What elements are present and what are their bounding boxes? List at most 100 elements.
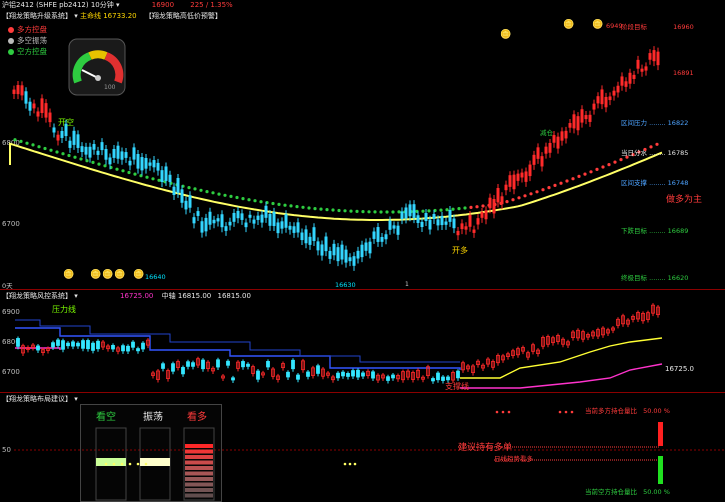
short-ratio-label: 当前空方持仓量比 50.00 % <box>585 488 670 496</box>
candle-body <box>196 211 200 216</box>
risk-candle-body <box>256 370 260 380</box>
candle-body <box>452 218 456 229</box>
risk-candle-body <box>61 340 65 350</box>
candle-body <box>508 175 512 187</box>
trail-dot <box>547 186 551 190</box>
candle-body <box>388 220 392 230</box>
candle-body <box>120 151 124 160</box>
trail-dot <box>577 174 581 178</box>
candle-body <box>24 91 28 104</box>
risk-candle-body <box>201 359 205 370</box>
candle-body <box>320 244 324 256</box>
candle-body <box>116 145 120 159</box>
risk-candle-body <box>306 371 310 377</box>
candle-body <box>136 153 140 169</box>
risk-candle-body <box>171 363 175 372</box>
candle-body <box>172 186 176 196</box>
candle-body <box>564 130 568 139</box>
trail-dot <box>31 143 35 147</box>
candle-body <box>356 250 360 259</box>
candle-body <box>312 227 316 241</box>
trail-dot <box>325 208 329 212</box>
signal-dot <box>120 462 124 466</box>
bull-bar-segment <box>185 482 213 487</box>
long-ratio-bar <box>658 422 663 446</box>
trail-dot <box>565 179 569 183</box>
candle-body <box>156 162 160 171</box>
candle-body <box>636 59 640 69</box>
trail-dot <box>619 158 623 162</box>
trail-dot <box>25 141 29 145</box>
risk-candle-body <box>136 348 140 352</box>
candle-body <box>212 219 216 224</box>
trail-dot <box>529 192 533 196</box>
candle-body <box>176 177 180 193</box>
trail-dot <box>289 204 293 208</box>
trail-dot <box>475 205 479 209</box>
risk-candle-body <box>81 340 85 349</box>
candle-body <box>496 188 500 203</box>
candle-body <box>160 170 164 183</box>
candle-body <box>596 96 600 104</box>
pressure-line-label: 压力线 <box>52 305 76 314</box>
signal-dot <box>136 462 140 466</box>
main-candlestick-chart[interactable] <box>0 0 725 290</box>
risk-candle-body <box>226 360 230 366</box>
candle-body <box>152 160 156 168</box>
candle-body <box>224 226 228 231</box>
trail-dot <box>517 196 521 200</box>
candle-body <box>352 256 356 266</box>
candle-body <box>100 142 104 151</box>
candle-body <box>220 214 224 228</box>
low2-price-label: 16630 <box>335 281 356 289</box>
candle-body <box>444 221 448 225</box>
long-ratio-label: 当前多方持仓量比 50.00 % <box>585 407 670 415</box>
risk-candle-body <box>231 377 235 381</box>
risk-candle-body <box>316 365 320 374</box>
candle-body <box>288 225 292 230</box>
trail-dot <box>337 208 341 213</box>
candle-body <box>408 204 412 217</box>
level-pressure: 区间压力 ........ 16822 <box>621 119 689 127</box>
candle-body <box>112 148 116 158</box>
level-support: 区间支撑 ........ 16748 <box>621 179 689 187</box>
trail-dot <box>229 194 233 198</box>
trail-dot <box>367 210 371 214</box>
candle-body <box>12 89 16 94</box>
candle-body <box>48 112 52 123</box>
candle-body <box>244 222 248 228</box>
candle-body <box>68 140 72 148</box>
candle-body <box>476 218 480 225</box>
candle-body <box>488 197 492 209</box>
signal-dot <box>558 410 562 414</box>
trail-dot <box>397 210 401 214</box>
risk-candle-body <box>86 340 90 350</box>
candle-body <box>512 174 516 190</box>
trail-dot <box>523 194 527 198</box>
candle-body <box>344 249 348 263</box>
candle-body <box>280 221 284 229</box>
trail-dot <box>583 172 587 176</box>
candle-body <box>72 130 76 145</box>
trail-dot <box>505 200 509 204</box>
candle-body <box>80 146 84 152</box>
trail-dot <box>541 188 545 192</box>
trail-dot <box>37 145 41 149</box>
candle-body <box>300 232 304 241</box>
candle-body <box>132 147 136 160</box>
short-ratio-bar <box>658 456 663 484</box>
risk-candle-body <box>161 363 165 369</box>
candle-body <box>232 212 236 222</box>
risk-candle-body <box>391 374 395 379</box>
risk-control-chart[interactable] <box>0 290 725 390</box>
trail-dot <box>469 205 473 209</box>
candle-body <box>472 229 476 233</box>
bull-bar-segment <box>185 471 213 476</box>
candle-body <box>652 50 656 62</box>
candle-body <box>648 53 652 60</box>
candle-body <box>328 250 332 259</box>
candle-body <box>104 148 108 160</box>
candle-body <box>392 225 396 229</box>
candle-body <box>376 227 380 242</box>
trail-dot <box>349 209 353 213</box>
